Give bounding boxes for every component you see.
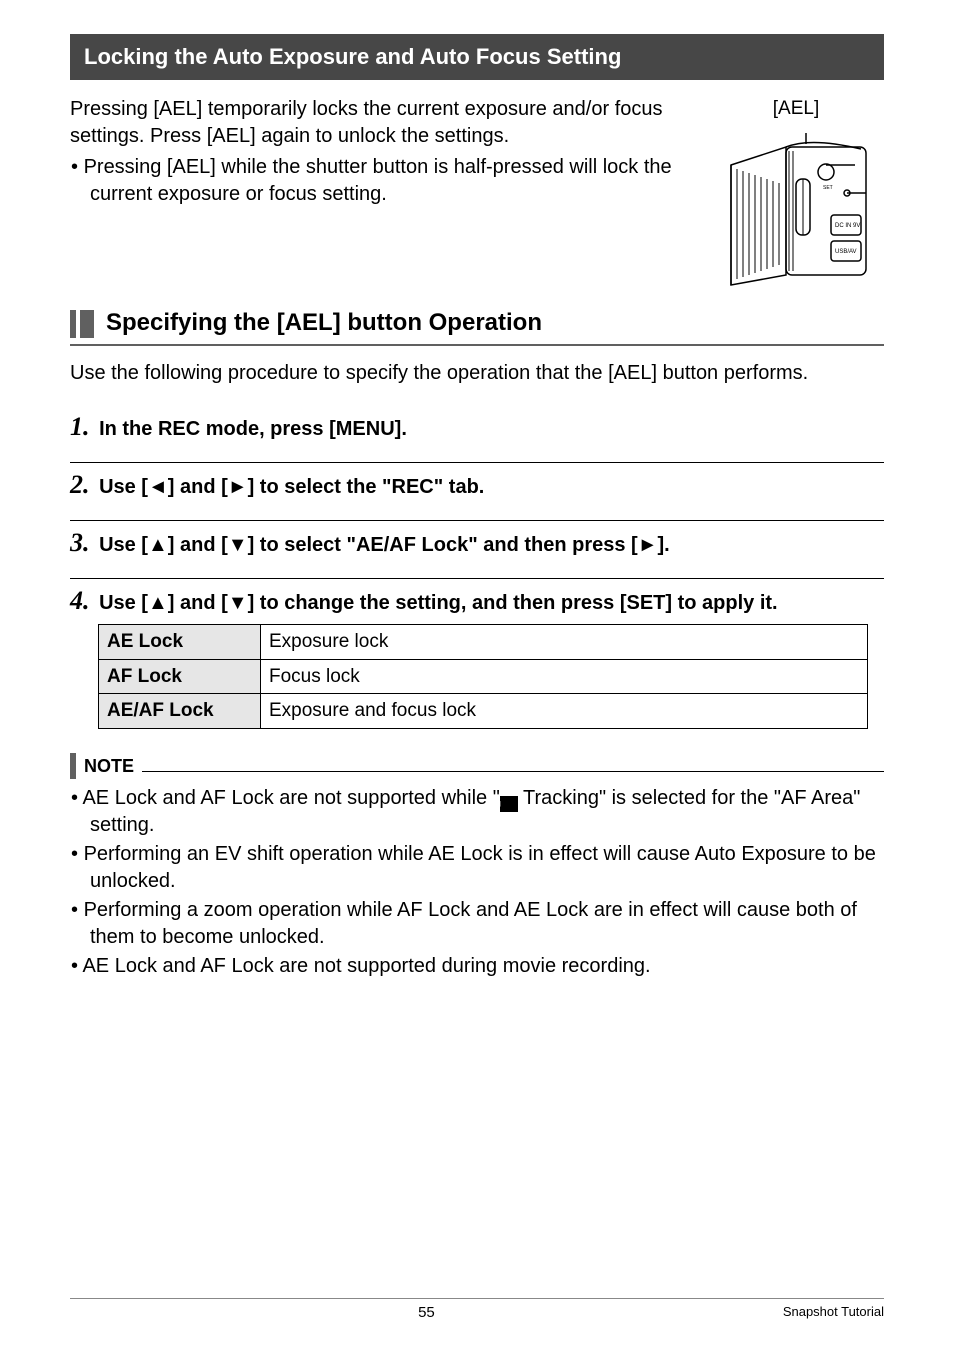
- step-number: 1.: [70, 412, 90, 441]
- step-text: Use [▲] and [▼] to change the setting, a…: [99, 592, 778, 614]
- table-row: AE/AF Lock Exposure and focus lock: [99, 694, 868, 729]
- subheading: Specifying the [AEL] button Operation: [70, 307, 884, 345]
- setting-name: AE/AF Lock: [99, 694, 261, 729]
- note-label: NOTE: [84, 754, 134, 778]
- step-1: 1. In the REC mode, press [MENU].: [70, 405, 884, 448]
- down-arrow-icon: ▼: [228, 534, 248, 556]
- diagram-label: [AEL]: [708, 96, 884, 122]
- setting-name: AE Lock: [99, 625, 261, 660]
- step-4: 4. Use [▲] and [▼] to change the setting…: [70, 578, 884, 733]
- note-heading: NOTE: [70, 753, 884, 779]
- step-3: 3. Use [▲] and [▼] to select "AE/AF Lock…: [70, 520, 884, 564]
- step-number: 3.: [70, 528, 90, 557]
- step-text: In the REC mode, press [MENU].: [99, 418, 407, 440]
- camera-illustration: SET DC IN 9V USB/AV: [711, 127, 881, 287]
- step-number: 2.: [70, 470, 90, 499]
- note-rule: [142, 771, 884, 772]
- setting-name: AF Lock: [99, 659, 261, 694]
- right-arrow-icon: ►: [228, 476, 248, 498]
- subheading-paragraph: Use the following procedure to specify t…: [70, 360, 884, 387]
- intro-paragraph: Pressing [AEL] temporarily locks the cur…: [70, 96, 688, 150]
- camera-diagram: [AEL] SET DC IN 9V USB: [708, 96, 884, 288]
- step-number: 4.: [70, 586, 90, 615]
- intro-bullet: Pressing [AEL] while the shutter button …: [70, 154, 688, 208]
- subheading-text: Specifying the [AEL] button Operation: [106, 307, 542, 339]
- down-arrow-icon: ▼: [228, 592, 248, 614]
- setting-desc: Exposure lock: [261, 625, 868, 660]
- setting-desc: Exposure and focus lock: [261, 694, 868, 729]
- step-2: 2. Use [◄] and [►] to select the "REC" t…: [70, 462, 884, 506]
- settings-table: AE Lock Exposure lock AF Lock Focus lock…: [98, 624, 868, 729]
- note-item: Performing an EV shift operation while A…: [70, 841, 884, 895]
- left-arrow-icon: ◄: [148, 476, 168, 498]
- svg-text:SET: SET: [823, 185, 833, 191]
- table-row: AF Lock Focus lock: [99, 659, 868, 694]
- section-heading: Locking the Auto Exposure and Auto Focus…: [70, 34, 884, 80]
- table-row: AE Lock Exposure lock: [99, 625, 868, 660]
- intro-text-block: Pressing [AEL] temporarily locks the cur…: [70, 96, 688, 212]
- svg-text:USB/AV: USB/AV: [835, 249, 857, 255]
- setting-desc: Focus lock: [261, 659, 868, 694]
- page-footer: 55 Snapshot Tutorial: [70, 1298, 884, 1323]
- up-arrow-icon: ▲: [148, 592, 168, 614]
- right-arrow-icon: ►: [638, 534, 658, 556]
- svg-text:DC IN 9V: DC IN 9V: [835, 223, 860, 229]
- subheading-marker-icon: [70, 310, 94, 338]
- note-item: AE Lock and AF Lock are not supported du…: [70, 953, 884, 980]
- step-text: Use [◄] and [►] to select the "REC" tab.: [99, 476, 484, 498]
- note-marker-icon: [70, 753, 76, 779]
- note-list: AE Lock and AF Lock are not supported wh…: [70, 785, 884, 980]
- section-name: Snapshot Tutorial: [783, 1303, 884, 1323]
- note-item: Performing a zoom operation while AF Loc…: [70, 897, 884, 951]
- up-arrow-icon: ▲: [148, 534, 168, 556]
- step-text: Use [▲] and [▼] to select "AE/AF Lock" a…: [99, 534, 670, 556]
- note-item: AE Lock and AF Lock are not supported wh…: [70, 785, 884, 839]
- tracking-icon: ▫◂□: [500, 796, 518, 812]
- page-number: 55: [70, 1303, 783, 1323]
